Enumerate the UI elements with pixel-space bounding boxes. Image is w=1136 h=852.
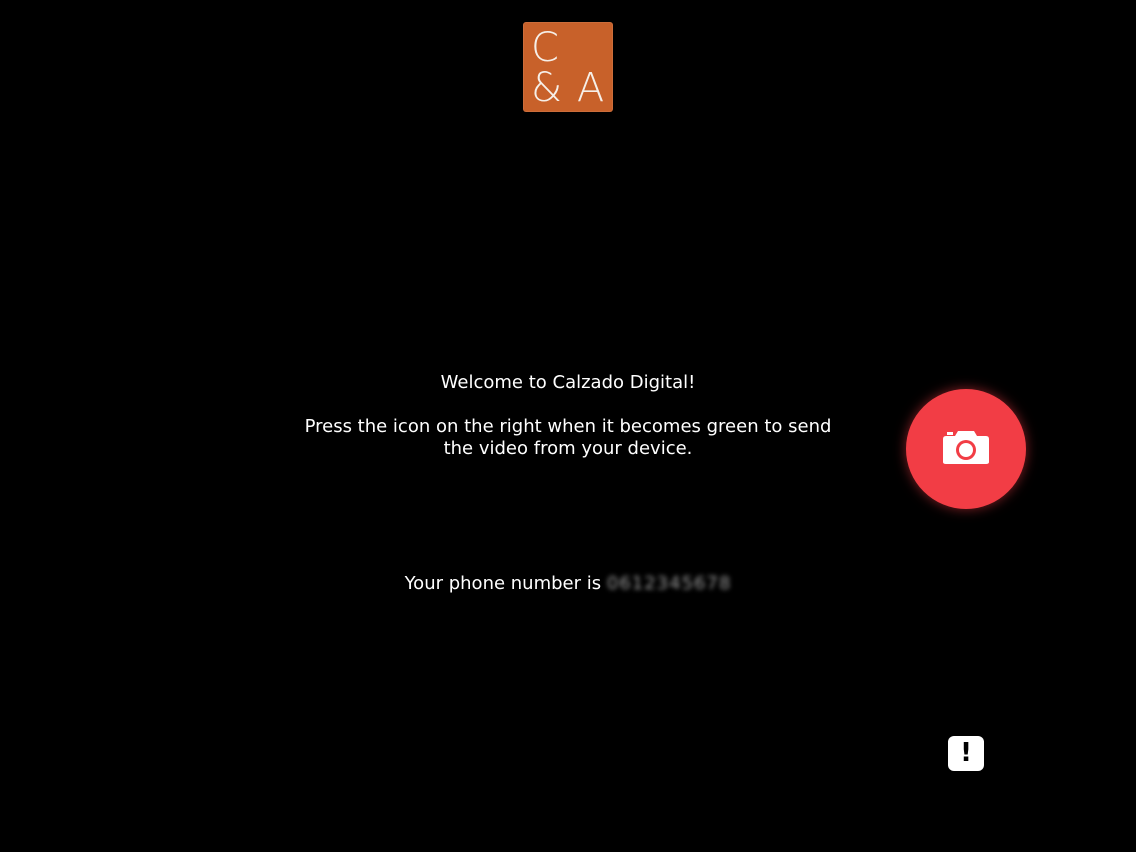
app-logo: C & A — [523, 22, 613, 112]
phone-number-value: 0612345678 — [606, 573, 732, 594]
send-video-camera-button[interactable] — [906, 389, 1026, 509]
logo-text-line-2: & A — [531, 65, 606, 111]
phone-number-line: Your phone number is 0612345678 — [0, 573, 1136, 595]
logo-text-line-1: C — [531, 25, 560, 71]
exclamation-icon: ! — [960, 738, 972, 768]
phone-number-label: Your phone number is — [404, 573, 602, 594]
instructions-text: Press the icon on the right when it beco… — [304, 416, 832, 459]
alert-button[interactable]: ! — [948, 736, 984, 771]
camera-icon — [943, 431, 989, 464]
